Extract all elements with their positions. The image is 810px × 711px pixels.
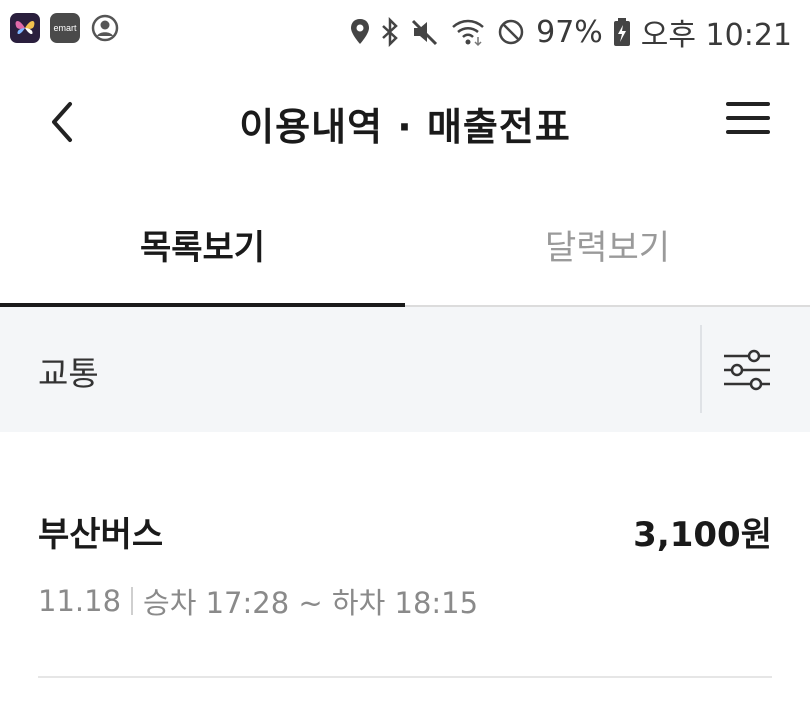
clock: 오후 10:21 (640, 18, 792, 53)
sliders-icon (724, 349, 770, 391)
transaction-detail: 승차 17:28 ~ 하차 18:15 (143, 586, 479, 620)
app-header: 이용내역 · 매출전표 (0, 62, 810, 172)
tab-calendar-view[interactable]: 달력보기 (405, 185, 810, 303)
tab-list-view-label: 목록보기 (139, 227, 266, 268)
tab-calendar-view-label: 달력보기 (544, 227, 671, 268)
category-filter-label[interactable]: 교통 (38, 347, 99, 395)
filter-divider (700, 325, 702, 413)
do-not-disturb-icon (498, 19, 524, 45)
battery-percent: 97% (536, 14, 603, 50)
menu-button[interactable] (726, 98, 770, 138)
butterfly-app-icon (10, 13, 40, 43)
transaction-merchant: 부산버스 (38, 515, 164, 555)
emart-app-icon: emart (50, 13, 80, 43)
emart-label: emart (53, 23, 77, 33)
hamburger-menu-icon (726, 102, 770, 134)
account-icon (90, 13, 120, 43)
tab-list-view[interactable]: 목록보기 (0, 185, 405, 303)
transaction-item[interactable]: 부산버스 3,100원 11.18 승차 17:28 ~ 하차 18:15 (0, 432, 810, 682)
transaction-amount: 3,100원 (633, 515, 772, 555)
system-status: 97% 오후 10:21 (350, 10, 792, 54)
wifi-icon (452, 19, 484, 47)
location-icon (351, 19, 370, 44)
transaction-date: 11.18 (38, 584, 122, 618)
meta-separator (131, 587, 134, 615)
list-divider (38, 676, 772, 678)
view-tabs: 목록보기 달력보기 (0, 185, 810, 308)
mute-icon (412, 19, 438, 46)
category-filter-bar: 교통 (0, 307, 810, 432)
filter-settings-button[interactable] (720, 347, 774, 393)
bluetooth-icon (382, 17, 398, 47)
status-bar: emart 97% 오후 10:21 (0, 0, 810, 56)
transaction-meta: 11.18 승차 17:28 ~ 하차 18:15 (38, 580, 478, 622)
battery-charging-icon (613, 18, 630, 46)
notification-icons: emart (10, 13, 120, 43)
page-title: 이용내역 · 매출전표 (239, 105, 571, 149)
